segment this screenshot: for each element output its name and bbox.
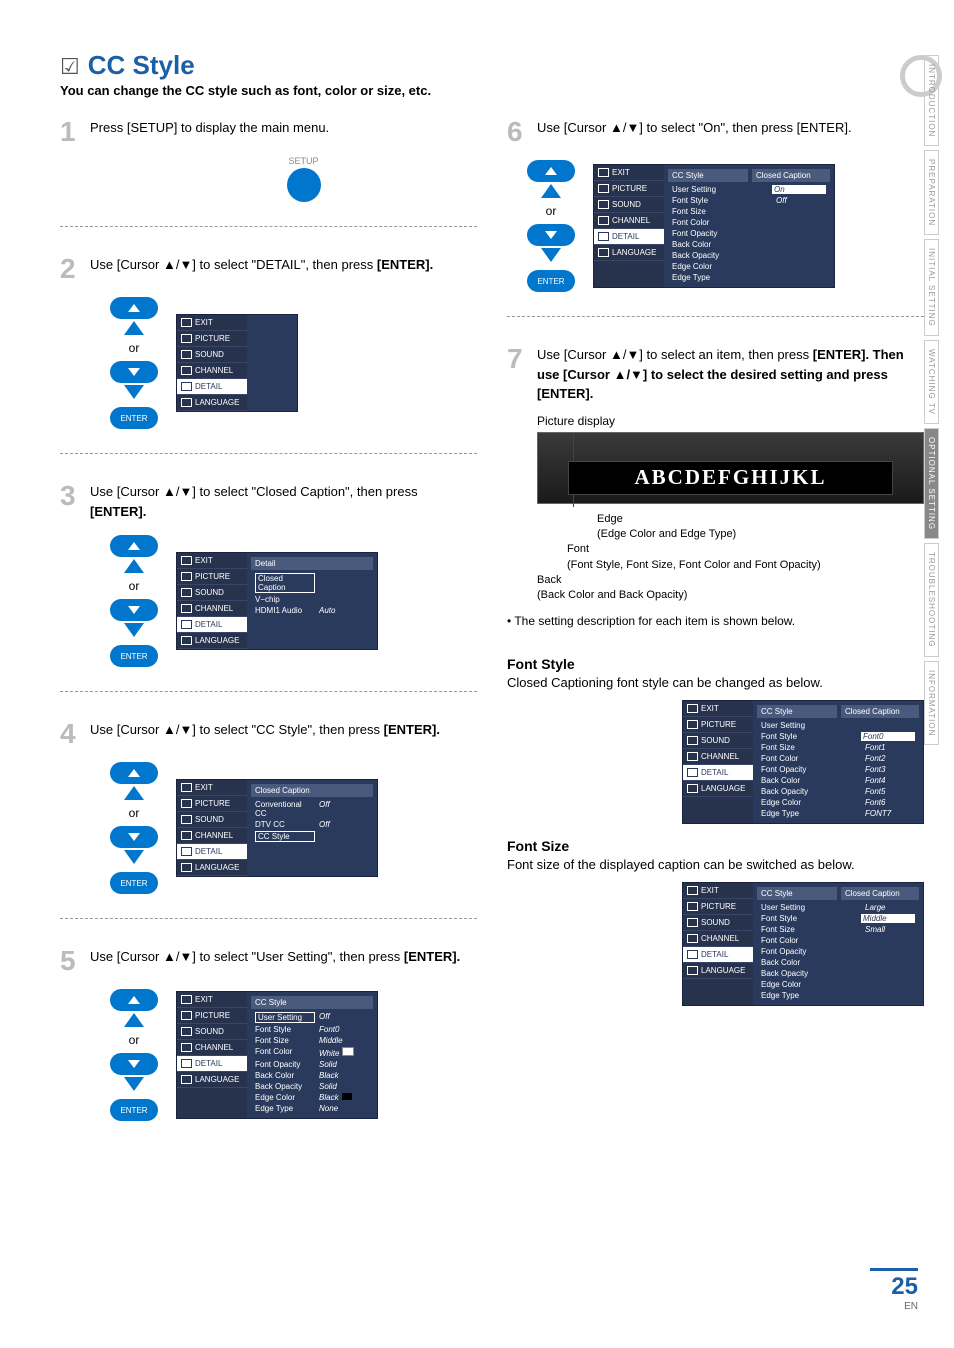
cursor-down-icon [110,1053,158,1075]
section-tabs: INTRODUCTION PREPARATION INITIAL SETTING… [924,55,954,749]
step-1-text: Press [SETUP] to display the main menu. [90,118,477,138]
osd-font-size: EXIT PICTURE SOUND CHANNEL DETAIL LANGUA… [682,882,924,1006]
enter-button-icon: ENTER [110,407,158,429]
step-7-text: Use [Cursor ▲/▼] to select an item, then… [537,345,924,404]
page-number: 25 EN [870,1266,918,1312]
tab-information: INFORMATION [924,661,939,745]
arrow-up-icon [541,184,561,198]
page-subtitle: You can change the CC style such as font… [60,83,924,98]
cursor-buttons-4: or ENTER [110,762,158,894]
picture-display: ABCDEFGHIJKL [537,432,924,504]
tab-watching: WATCHING TV [924,340,939,424]
arrow-up-icon [124,786,144,800]
osd-menu-2: EXIT PICTURE SOUND CHANNEL DETAIL LANGUA… [176,314,298,412]
layer-labels: Edge (Edge Color and Edge Type) Font (Fo… [537,512,924,604]
enter-button-icon: ENTER [527,270,575,292]
step-7-number: 7 [507,345,529,373]
cursor-up-icon [110,535,158,557]
arrow-down-icon [124,623,144,637]
arrow-down-icon [124,1077,144,1091]
or-text: or [129,806,140,820]
font-style-heading: Font Style [507,656,924,672]
tab-troubleshooting: TROUBLESHOOTING [924,543,939,656]
step-2-number: 2 [60,255,82,283]
tab-optional: OPTIONAL SETTING [924,428,939,539]
setup-button-icon [287,168,321,202]
step-1-number: 1 [60,118,82,146]
font-size-heading: Font Size [507,838,924,854]
arrow-up-icon [124,1013,144,1027]
or-text: or [129,1033,140,1047]
step-4-text: Use [Cursor ▲/▼] to select "CC Style", t… [90,720,477,740]
enter-button-icon: ENTER [110,872,158,894]
arrow-up-icon [124,321,144,335]
step-4-number: 4 [60,720,82,748]
cursor-buttons-2: or ENTER [110,297,158,429]
cursor-buttons-5: or ENTER [110,989,158,1121]
cursor-buttons-6: or ENTER [527,160,575,292]
osd-menu-6: EXIT PICTURE SOUND CHANNEL DETAIL LANGUA… [593,164,835,288]
arrow-up-icon [124,559,144,573]
enter-button-icon: ENTER [110,645,158,667]
cursor-down-icon [527,224,575,246]
step-3-number: 3 [60,482,82,510]
osd-menu-4: EXIT PICTURE SOUND CHANNEL DETAIL LANGUA… [176,779,378,877]
osd-font-style: EXIT PICTURE SOUND CHANNEL DETAIL LANGUA… [682,700,924,824]
or-text: or [129,341,140,355]
checkbox-icon: ☑ [60,54,80,80]
cursor-down-icon [110,599,158,621]
step-6-text: Use [Cursor ▲/▼] to select "On", then pr… [537,118,924,138]
cursor-up-icon [527,160,575,182]
arrow-down-icon [124,850,144,864]
note-text: • The setting description for each item … [507,614,924,628]
cursor-up-icon [110,989,158,1011]
step-5-text: Use [Cursor ▲/▼] to select "User Setting… [90,947,477,967]
alphabet-sample: ABCDEFGHIJKL [568,461,893,495]
font-size-text: Font size of the displayed caption can b… [507,856,924,874]
cursor-buttons-3: or ENTER [110,535,158,667]
cursor-down-icon [110,826,158,848]
step-3-text: Use [Cursor ▲/▼] to select "Closed Capti… [90,482,477,521]
osd-menu-3: EXIT PICTURE SOUND CHANNEL DETAIL LANGUA… [176,552,378,650]
cursor-down-icon [110,361,158,383]
or-text: or [546,204,557,218]
tab-initial: INITIAL SETTING [924,239,939,336]
cursor-up-icon [110,762,158,784]
enter-button-icon: ENTER [110,1099,158,1121]
step-2-text: Use [Cursor ▲/▼] to select "DETAIL", the… [90,255,477,275]
or-text: or [129,579,140,593]
step-5-number: 5 [60,947,82,975]
step-6-number: 6 [507,118,529,146]
setup-label: SETUP [288,156,318,166]
cursor-up-icon [110,297,158,319]
font-style-text: Closed Captioning font style can be chan… [507,674,924,692]
osd-menu-5: EXIT PICTURE SOUND CHANNEL DETAIL LANGUA… [176,991,378,1119]
arrow-down-icon [124,385,144,399]
arrow-down-icon [541,248,561,262]
page-title: CC Style [88,50,195,81]
tab-preparation: PREPARATION [924,150,939,235]
tab-introduction: INTRODUCTION [924,55,939,146]
picture-display-label: Picture display [537,414,924,428]
